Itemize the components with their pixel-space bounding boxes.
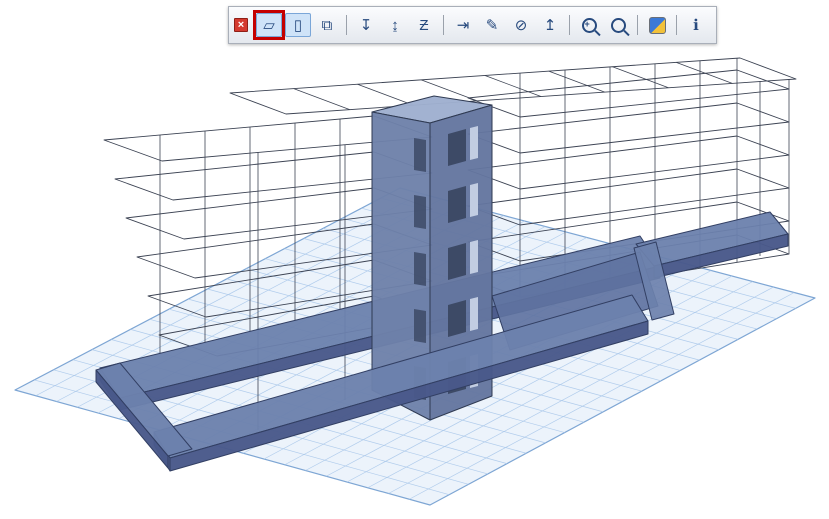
align-z-button[interactable]: Ƶ (411, 13, 437, 37)
duplicate-editing-plane-button[interactable]: ⧉ (314, 13, 340, 37)
zoom-icon (611, 18, 626, 33)
zoom-button[interactable] (605, 13, 631, 37)
offset-plane-button[interactable]: ⇥ (450, 13, 476, 37)
toolbar-separator (637, 15, 638, 35)
render-style-button[interactable] (644, 13, 670, 37)
copy-plane-icon: ⧉ (322, 18, 333, 33)
editing-plane-icon: ▱ (263, 18, 275, 33)
no-gravity-button[interactable]: ⊘ (508, 13, 534, 37)
offset-arrow-icon: ⇥ (457, 18, 470, 33)
app-canvas: × ▱ ▯ ⧉ ↧ ↨ Ƶ ⇥ ✎ ⊘ ↥ ℹ (0, 0, 829, 519)
toolbar-separator (443, 15, 444, 35)
show-editing-plane-button[interactable]: ▱ (256, 13, 282, 37)
info-icon: ℹ (693, 18, 699, 33)
editing-plane-toolbar: × ▱ ▯ ⧉ ↧ ↨ Ƶ ⇥ ✎ ⊘ ↥ ℹ (228, 6, 717, 44)
style-sphere-icon (649, 17, 666, 34)
gravity-updown-icon: ↨ (391, 18, 399, 33)
gravity-up-icon: ↥ (544, 18, 557, 33)
3d-viewport[interactable] (0, 0, 829, 519)
toolbar-separator (676, 15, 677, 35)
vertical-plane-icon: ▯ (294, 18, 302, 33)
lift-plane-button[interactable]: ↥ (537, 13, 563, 37)
gravitate-to-roof-button[interactable]: ↨ (382, 13, 408, 37)
toolbar-close-button[interactable]: × (234, 18, 248, 32)
toolbar-separator (569, 15, 570, 35)
gravitate-to-slab-button[interactable]: ↧ (353, 13, 379, 37)
z-align-icon: Ƶ (419, 18, 428, 33)
zoom-in-button[interactable] (576, 13, 602, 37)
toolbar-separator (346, 15, 347, 35)
pencil-icon: ✎ (486, 18, 499, 33)
toolbar-items: ▱ ▯ ⧉ ↧ ↨ Ƶ ⇥ ✎ ⊘ ↥ ℹ (256, 13, 709, 37)
element-info-button[interactable]: ℹ (683, 13, 709, 37)
slash-icon: ⊘ (515, 18, 528, 33)
editing-plane-position-button[interactable]: ▯ (285, 13, 311, 37)
edit-plane-button[interactable]: ✎ (479, 13, 505, 37)
close-icon: × (238, 20, 244, 30)
gravity-down-icon: ↧ (360, 18, 373, 33)
zoom-in-icon (582, 18, 597, 33)
